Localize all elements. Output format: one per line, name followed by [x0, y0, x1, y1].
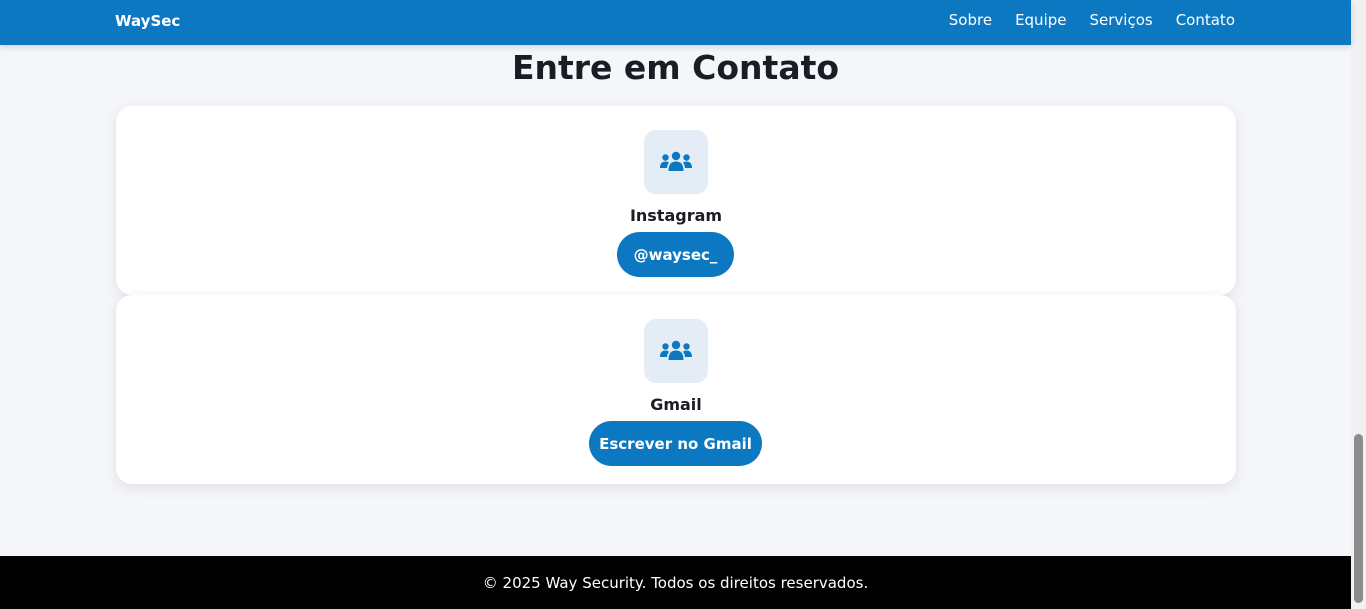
nav-link-equipe[interactable]: Equipe	[1015, 11, 1066, 29]
nav-links: Sobre Equipe Serviços Contato	[949, 11, 1235, 29]
contact-card-instagram: Instagram @waysec_	[116, 106, 1236, 295]
footer-text: © 2025 Way Security. Todos os direitos r…	[482, 573, 869, 592]
scrollbar[interactable]	[1351, 0, 1366, 609]
scrollbar-thumb[interactable]	[1354, 434, 1363, 603]
contact-card-gmail: Gmail Escrever no Gmail	[116, 295, 1236, 484]
section-title: Entre em Contato	[511, 48, 840, 87]
card-title: Instagram	[629, 206, 723, 225]
users-icon	[660, 340, 692, 360]
nav-link-contato[interactable]: Contato	[1176, 11, 1235, 29]
card-title: Gmail	[650, 395, 702, 414]
brand-logo[interactable]: WaySec	[115, 12, 180, 30]
nav-link-sobre[interactable]: Sobre	[949, 11, 992, 29]
navbar: WaySec Sobre Equipe Serviços Contato	[0, 0, 1351, 45]
page: WaySec Sobre Equipe Serviços Contato Ent…	[0, 0, 1366, 609]
nav-link-servicos[interactable]: Serviços	[1090, 11, 1153, 29]
users-icon	[660, 151, 692, 171]
footer: © 2025 Way Security. Todos os direitos r…	[0, 556, 1351, 609]
icon-box	[644, 130, 708, 194]
gmail-button[interactable]: Escrever no Gmail	[589, 421, 762, 466]
instagram-button[interactable]: @waysec_	[617, 232, 734, 277]
icon-box	[644, 319, 708, 383]
